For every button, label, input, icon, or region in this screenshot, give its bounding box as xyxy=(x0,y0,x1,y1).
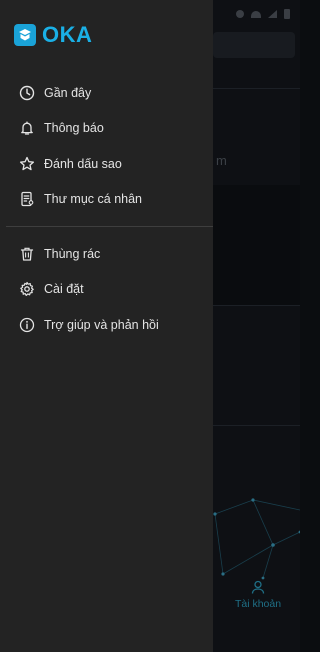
star-icon xyxy=(18,155,35,172)
bell-icon xyxy=(18,120,35,137)
divider xyxy=(213,425,300,426)
background-panel xyxy=(213,185,300,305)
menu-item-label: Thùng rác xyxy=(44,246,101,261)
menu-item-label: Gần đây xyxy=(44,85,92,100)
oka-logo-icon xyxy=(14,24,36,46)
clock-icon xyxy=(18,84,35,101)
menu-divider xyxy=(6,226,213,227)
brand-name: OKA xyxy=(42,22,93,47)
trash-icon xyxy=(18,245,35,262)
gear-icon xyxy=(18,281,35,298)
menu-item-label: Cài đặt xyxy=(44,282,84,297)
menu-item-trash[interactable]: Thùng rác xyxy=(0,236,213,272)
battery-icon xyxy=(284,9,290,19)
wifi-icon xyxy=(251,10,261,18)
background-search-bar[interactable] xyxy=(213,32,295,58)
menu-secondary: Thùng rác Cài đặt Trợ giúp và phản hồi xyxy=(0,236,213,343)
menu-item-label: Thông báo xyxy=(44,121,104,136)
alarm-icon xyxy=(236,10,244,18)
menu-item-label: Trợ giúp và phản hồi xyxy=(44,317,159,332)
menu-item-settings[interactable]: Cài đặt xyxy=(0,272,213,308)
menu-item-starred[interactable]: Đánh dấu sao xyxy=(0,146,213,182)
network-graphic xyxy=(213,498,300,580)
navigation-drawer: OKA Gần đây Thông báo Đánh dấu sao Thư m… xyxy=(0,0,213,652)
status-bar xyxy=(210,0,300,30)
nav-account-tab[interactable]: Tài khoản xyxy=(216,580,300,610)
background-partial-text: m xyxy=(216,153,227,168)
menu-item-help-feedback[interactable]: Trợ giúp và phản hồi xyxy=(0,307,213,343)
personal-folder-icon xyxy=(18,191,35,208)
bottom-navigation: Tài khoản xyxy=(213,580,300,630)
menu-primary: Gần đây Thông báo Đánh dấu sao Thư mục c… xyxy=(0,75,213,217)
menu-item-recent[interactable]: Gần đây xyxy=(0,75,213,111)
divider xyxy=(213,305,300,306)
nav-account-label: Tài khoản xyxy=(234,598,282,610)
user-icon xyxy=(251,580,265,594)
brand: OKA xyxy=(14,22,92,48)
menu-item-notifications[interactable]: Thông báo xyxy=(0,111,213,147)
menu-item-personal-folder[interactable]: Thư mục cá nhân xyxy=(0,182,213,218)
info-icon xyxy=(18,316,35,333)
menu-item-label: Thư mục cá nhân xyxy=(44,192,142,207)
divider xyxy=(213,88,300,89)
menu-item-label: Đánh dấu sao xyxy=(44,156,122,171)
signal-icon xyxy=(268,10,277,18)
